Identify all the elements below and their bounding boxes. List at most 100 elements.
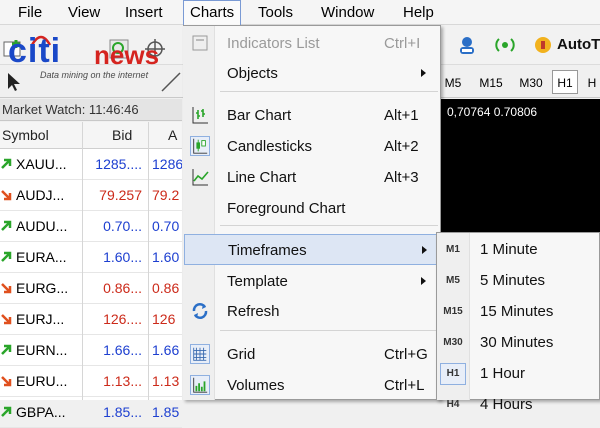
price-down-arrow-icon	[1, 314, 12, 325]
market-watch-row[interactable]: EURJ... 126.... 126	[0, 304, 182, 335]
menu-item-label: Line Chart	[227, 169, 297, 186]
autotrading-button[interactable]: AutoT	[557, 34, 600, 56]
market-watch-row[interactable]: GBPA... 1.85... 1.85	[0, 397, 182, 428]
timeframe-m1-item[interactable]: M1 1 Minute	[437, 234, 599, 265]
tf-h1-button[interactable]: H1	[552, 70, 578, 94]
candlesticks-icon	[190, 136, 210, 156]
menu-item-timeframes[interactable]: Timeframes	[184, 234, 440, 265]
menu-item-objects[interactable]: Objects	[184, 58, 440, 89]
ask-cell: 1286	[152, 156, 182, 172]
market-watch-row[interactable]: EURA... 1.60... 1.60	[0, 242, 182, 273]
bid-cell: 1.13...	[103, 373, 142, 389]
menu-item-shortcut: Alt+1	[384, 107, 419, 124]
price-down-arrow-icon	[1, 283, 12, 294]
price-down-arrow-icon	[1, 376, 12, 387]
menu-item-shortcut: Ctrl+L	[384, 377, 425, 394]
bar-chart-icon	[192, 107, 208, 124]
bid-cell: 1.60...	[103, 249, 142, 265]
market-watch-row[interactable]: EURN... 1.66... 1.66	[0, 335, 182, 366]
market-watch-row[interactable]: AUDJ... 79.257 79.2	[0, 180, 182, 211]
bid-cell: 0.86...	[103, 280, 142, 296]
timeframe-label: 5 Minutes	[480, 272, 546, 289]
symbol-cell: EURA...	[16, 249, 67, 265]
timeframe-code-icon: M30	[443, 337, 463, 348]
market-watch-row[interactable]: EURU... 1.13... 1.13	[0, 366, 182, 397]
bid-cell: 126....	[103, 311, 142, 327]
signal-icon[interactable]	[494, 34, 516, 56]
price-up-arrow-icon	[1, 251, 12, 262]
menu-item-label: Refresh	[227, 303, 280, 320]
menu-item-shortcut: Ctrl+G	[384, 346, 428, 363]
price-up-arrow-icon	[1, 406, 12, 417]
column-ask[interactable]: A	[168, 122, 177, 149]
symbol-cell: GBPA...	[16, 404, 66, 420]
menu-tools[interactable]: Tools	[252, 0, 299, 25]
menu-item-line-chart[interactable]: Line Chart Alt+3	[184, 162, 440, 193]
menu-item-grid[interactable]: Grid Ctrl+G	[184, 339, 440, 370]
symbol-cell: AUDU...	[16, 218, 68, 234]
timeframe-h1-item[interactable]: H1 1 Hour	[437, 358, 599, 389]
price-up-arrow-icon	[1, 158, 12, 169]
menu-item-shortcut: Ctrl+I	[384, 35, 421, 52]
menu-item-foreground-chart[interactable]: Foreground Chart	[184, 193, 440, 224]
menu-help[interactable]: Help	[397, 0, 440, 25]
column-divider	[148, 122, 149, 400]
symbol-cell: XAUU...	[16, 156, 67, 172]
timeframe-m30-item[interactable]: M30 30 Minutes	[437, 327, 599, 358]
logo-tagline: Data mining on the internet	[40, 70, 149, 80]
menu-item-refresh[interactable]: Refresh	[184, 296, 440, 327]
logo-news: news	[94, 40, 160, 70]
menu-item-candlesticks[interactable]: Candlesticks Alt+2	[184, 131, 440, 162]
timeframe-code-icon: M5	[446, 275, 460, 286]
menu-item-bar-chart[interactable]: Bar Chart Alt+1	[184, 100, 440, 131]
tf-m30-button[interactable]: M30	[514, 70, 548, 94]
ask-cell: 1.13	[152, 373, 180, 389]
ask-cell: 1.60	[152, 249, 180, 265]
menu-charts[interactable]: Charts	[183, 0, 242, 25]
symbol-cell: EURG...	[16, 280, 69, 296]
ask-cell: 1.85	[152, 404, 180, 420]
menu-item-volumes[interactable]: Volumes Ctrl+L	[184, 370, 440, 401]
bid-cell: 0.70...	[103, 218, 142, 234]
timeframe-m15-item[interactable]: M15 15 Minutes	[437, 296, 599, 327]
timeframe-label: 1 Hour	[480, 365, 526, 382]
timeframe-m5-item[interactable]: M5 5 Minutes	[437, 265, 599, 296]
timeframe-code-icon: M1	[446, 244, 460, 255]
tf-m5-button[interactable]: M5	[440, 70, 466, 94]
price-up-arrow-icon	[1, 220, 12, 231]
brand-logo: citi news Data mining on the internet	[0, 30, 190, 90]
menu-bar: File View Insert Charts Tools Window Hel…	[0, 0, 600, 25]
market-watch-row[interactable]: EURG... 0.86... 0.86	[0, 273, 182, 304]
timeframe-h4-item[interactable]: H4 4 Hours	[437, 389, 599, 420]
menu-item-template[interactable]: Template	[184, 266, 440, 297]
ask-cell: 0.70	[152, 218, 180, 234]
menu-file[interactable]: File	[12, 0, 48, 25]
column-symbol[interactable]: Symbol	[2, 122, 49, 149]
menu-item-shortcut: Alt+3	[384, 169, 419, 186]
timeframe-code-icon: H4	[446, 399, 460, 410]
menu-item-label: Template	[227, 273, 288, 290]
menu-insert[interactable]: Insert	[119, 0, 169, 25]
market-watch-row[interactable]: AUDU... 0.70... 0.70	[0, 211, 182, 242]
autotrading-icon[interactable]	[532, 34, 554, 56]
bid-cell: 1285....	[95, 156, 142, 172]
menu-window[interactable]: Window	[315, 0, 380, 25]
tf-h4-button[interactable]: H	[584, 70, 600, 94]
menu-view[interactable]: View	[62, 0, 106, 25]
volumes-icon	[190, 375, 210, 395]
column-bid[interactable]: Bid	[112, 122, 132, 149]
menu-item-label: Objects	[227, 65, 278, 82]
bid-cell: 1.66...	[103, 342, 142, 358]
submenu-arrow-icon	[422, 246, 427, 254]
account-icon[interactable]	[456, 34, 478, 56]
market-watch-row[interactable]: XAUU... 1285.... 1286	[0, 149, 182, 180]
bid-cell: 79.257	[99, 187, 142, 203]
tf-m15-button[interactable]: M15	[474, 70, 508, 94]
market-watch-list: XAUU... 1285.... 1286 AUDJ... 79.257 79.2 AUDU…	[0, 149, 182, 428]
timeframe-code-icon: H1	[440, 363, 466, 385]
indicators-list-icon	[192, 35, 208, 51]
ask-cell: 0.86	[152, 280, 180, 296]
timeframe-label: 4 Hours	[480, 396, 533, 413]
ask-cell: 126	[152, 311, 176, 327]
market-watch-header: Symbol Bid A	[0, 122, 182, 149]
